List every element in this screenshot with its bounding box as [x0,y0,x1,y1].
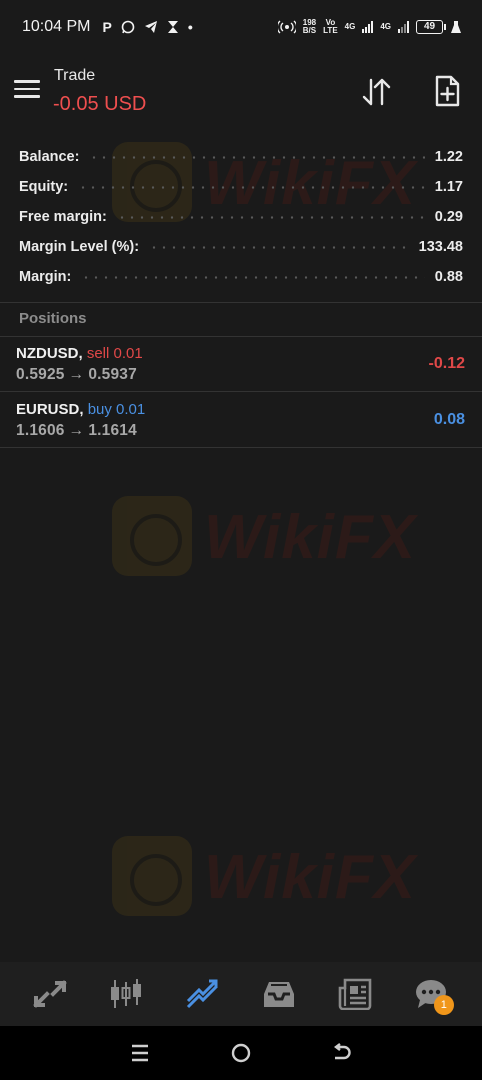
back-button[interactable] [327,1038,357,1068]
positions-section-title: Positions [19,310,87,327]
network-type-1: 4G [344,22,356,31]
nav-trade[interactable] [181,972,225,1016]
flask-icon [451,21,461,33]
menu-button[interactable] [14,80,40,100]
position-profit: -0.12 [428,355,465,372]
summary-row-margin-level: Margin Level (%): 133.48 [19,239,463,255]
watermark-text: WikiFX [204,843,417,912]
signal-icon-1 [362,21,374,33]
new-document-icon [435,75,460,107]
menu-icon [14,80,40,83]
nav-history[interactable] [257,972,301,1016]
new-order-button[interactable] [430,74,464,108]
watermark: WikiFX [112,836,442,918]
position-prices: 1.1606 → 1.1614 [16,422,137,440]
nav-chart[interactable] [104,972,148,1016]
price-arrow-icon: → [68,422,85,439]
page-title: Trade [54,67,96,84]
notification-icons: P • [102,19,192,35]
price-arrow-icon: → [68,366,85,383]
history-inbox-icon [264,982,295,1007]
nav-messages[interactable]: 1 [410,972,454,1016]
position-symbol: NZDUSD, sell 0.01 [16,345,143,362]
status-right: 198 B/S Vo LTE 4G 4G 49 [277,18,462,35]
whatsapp-icon [121,20,135,34]
divider [0,302,482,303]
messages-badge: 1 [433,995,454,1015]
back-icon [333,1043,351,1060]
signal-icon-2 [398,21,409,33]
position-row-eurusd[interactable]: EURUSD, buy 0.01 1.1606 → 1.1614 0.08 [0,392,482,448]
network-type-2: 4G [380,22,391,31]
position-symbol: EURUSD, buy 0.01 [16,401,146,418]
summary-row-margin: Margin: 0.88 [19,269,463,285]
summary-row-equity: Equity: 1.17 [19,179,463,195]
volte-indicator: Vo LTE [323,18,338,35]
current-price: 0.5937 [88,366,137,383]
app-header: Trade -0.05 USD [0,60,482,122]
system-navigation-bar [0,1026,482,1080]
nav-quotes[interactable] [28,972,72,1016]
news-icon [339,978,372,1010]
hourglass-icon [167,21,178,33]
bottom-navigation: 1 [0,962,482,1026]
quotes-icon [33,980,67,1008]
status-bar: 10:04 PM P • 198 B/S Vo LTE 4G 4G 49 [0,0,482,54]
current-price: 1.1614 [88,422,137,439]
nav-news[interactable] [333,972,377,1016]
battery-icon: 49 [416,20,446,34]
open-price: 1.1606 [16,422,65,439]
telegram-icon [144,21,157,33]
home-button[interactable] [226,1038,256,1068]
recent-apps-button[interactable] [125,1038,155,1068]
position-row-nzdusd[interactable]: NZDUSD, sell 0.01 0.5925 → 0.5937 -0.12 [0,336,482,392]
positions-list: NZDUSD, sell 0.01 0.5925 → 0.5937 -0.12 EU… [0,336,482,448]
watermark-logo-icon [112,496,192,576]
position-side: buy 0.01 [87,401,146,418]
watermark-logo-icon [112,836,192,916]
account-summary: Balance: 1.22 Equity: 1.17 Free margin: … [0,142,482,292]
position-prices: 0.5925 → 0.5937 [16,366,137,384]
watermark: WikiFX [112,496,442,578]
trade-icon [186,979,218,1009]
summary-row-free-margin: Free margin: 0.29 [19,209,463,225]
position-side: sell 0.01 [86,345,143,362]
parking-app-icon: P [102,19,112,35]
total-profit: -0.05 USD [53,93,147,115]
watermark-text: WikiFX [204,503,417,572]
position-profit: 0.08 [433,411,465,428]
data-speed: 198 B/S [302,18,317,35]
summary-row-balance: Balance: 1.22 [19,149,463,165]
sort-button[interactable] [360,76,394,108]
recent-apps-icon [132,1044,149,1062]
hotspot-icon [277,20,296,34]
dot-icon: • [187,19,193,35]
sort-arrows-icon [362,78,391,106]
chart-candles-icon [111,979,142,1008]
status-time: 10:04 PM [22,18,91,35]
open-price: 0.5925 [16,366,65,383]
home-icon [231,1043,251,1063]
